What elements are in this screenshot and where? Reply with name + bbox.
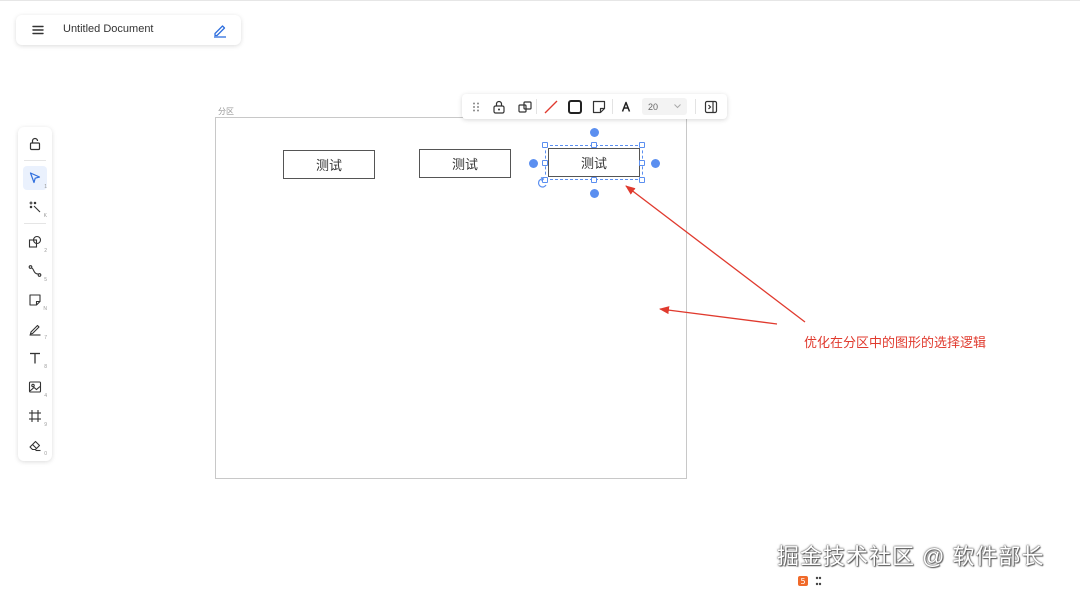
annotation-arrow: [625, 185, 806, 323]
bottom-corner-icons: 5: [797, 574, 827, 588]
annotation-text: 优化在分区中的图形的选择逻辑: [804, 335, 987, 350]
svg-text:5: 5: [800, 577, 805, 586]
annotation-arrow: [659, 306, 778, 325]
annotation-arrows: [625, 185, 806, 325]
watermark: 掘金技术社区 @ 软件部长: [777, 544, 1045, 569]
status-icons: 5: [798, 576, 822, 586]
